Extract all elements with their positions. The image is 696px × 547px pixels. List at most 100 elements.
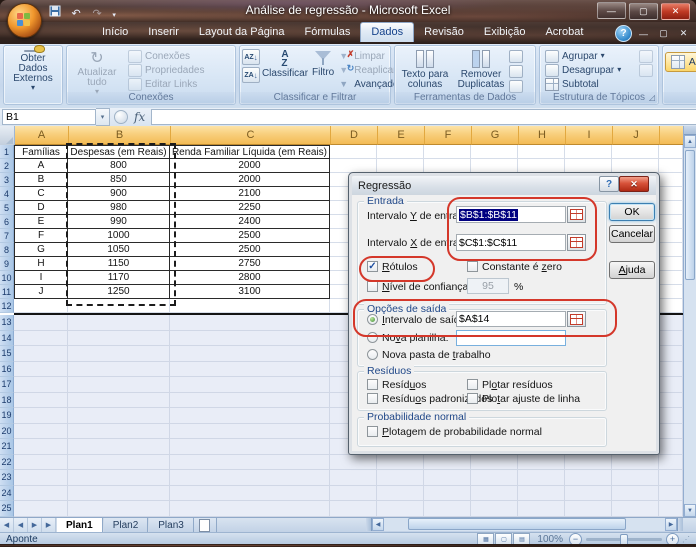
redo-icon[interactable]: ↷ bbox=[88, 6, 106, 22]
cell-C14[interactable] bbox=[170, 331, 330, 347]
sort-az-button[interactable]: AZ↓ bbox=[242, 49, 260, 65]
cell-J1[interactable] bbox=[612, 145, 659, 159]
cell-partial-18[interactable] bbox=[659, 393, 683, 409]
cell-E22[interactable] bbox=[377, 455, 424, 471]
cell-I22[interactable] bbox=[565, 455, 612, 471]
cell-partial-13[interactable] bbox=[659, 315, 683, 331]
cell-C16[interactable] bbox=[170, 362, 330, 378]
row-header-10[interactable]: 10 bbox=[0, 271, 14, 285]
consolidate-icon[interactable] bbox=[509, 65, 523, 78]
scroll-up-icon[interactable]: ▲ bbox=[684, 135, 696, 148]
first-sheet-icon[interactable]: ◀ bbox=[0, 518, 14, 532]
cell-C21[interactable] bbox=[170, 439, 330, 455]
new-workbook-radio[interactable] bbox=[367, 349, 378, 360]
cell-F24[interactable] bbox=[424, 486, 471, 502]
cell-A10[interactable]: I bbox=[14, 271, 68, 285]
cell-A9[interactable]: H bbox=[14, 257, 68, 271]
cell-B1[interactable]: Despesas (em Reais) bbox=[68, 145, 170, 159]
cell-E23[interactable] bbox=[377, 470, 424, 486]
cell-A6[interactable]: E bbox=[14, 215, 68, 229]
output-range-field[interactable]: $A$14 bbox=[456, 311, 566, 327]
row-header-13[interactable]: 13 bbox=[0, 315, 14, 331]
cell-A25[interactable] bbox=[14, 501, 68, 517]
sort-za-button[interactable]: ZA↓ bbox=[242, 67, 260, 83]
close-button[interactable]: ✕ bbox=[661, 3, 690, 20]
cell-B11[interactable]: 1250 bbox=[68, 285, 170, 299]
hide-detail-icon[interactable] bbox=[639, 64, 653, 77]
cell-partial-20[interactable] bbox=[659, 424, 683, 440]
cell-C9[interactable]: 2750 bbox=[170, 257, 330, 271]
cell-A1[interactable]: Famílias bbox=[14, 145, 68, 159]
cell-B16[interactable] bbox=[68, 362, 170, 378]
show-detail-icon[interactable] bbox=[639, 50, 653, 63]
cell-C20[interactable] bbox=[170, 424, 330, 440]
cell-B15[interactable] bbox=[68, 346, 170, 362]
cell-A19[interactable] bbox=[14, 408, 68, 424]
cell-A24[interactable] bbox=[14, 486, 68, 502]
cell-C22[interactable] bbox=[170, 455, 330, 471]
cell-C11[interactable]: 3100 bbox=[170, 285, 330, 299]
vertical-scroll-thumb[interactable] bbox=[685, 150, 695, 280]
row-header-24[interactable]: 24 bbox=[0, 486, 14, 502]
reapply-filter-button[interactable]: ▼↻ Reaplicar bbox=[336, 63, 401, 77]
dialog-close-button[interactable]: ✕ bbox=[619, 176, 649, 192]
cell-partial-4[interactable] bbox=[659, 187, 683, 201]
cell-C25[interactable] bbox=[170, 501, 330, 517]
output-range-picker-button[interactable] bbox=[567, 311, 586, 327]
edit-links-button[interactable]: Editar Links bbox=[125, 77, 207, 91]
scroll-left-icon[interactable]: ◀ bbox=[372, 518, 384, 531]
sheet-tab-plan2[interactable]: Plan2 bbox=[103, 518, 149, 532]
cell-A13[interactable] bbox=[14, 315, 68, 331]
cell-C13[interactable] bbox=[170, 315, 330, 331]
cell-partial-15[interactable] bbox=[659, 346, 683, 362]
cell-C17[interactable] bbox=[170, 377, 330, 393]
cell-I25[interactable] bbox=[565, 501, 612, 517]
row-header-21[interactable]: 21 bbox=[0, 439, 14, 455]
cell-B10[interactable]: 1170 bbox=[68, 271, 170, 285]
cell-C2[interactable]: 2000 bbox=[170, 159, 330, 173]
cell-I2[interactable] bbox=[565, 159, 612, 173]
new-worksheet-field[interactable] bbox=[456, 330, 566, 346]
cell-D24[interactable] bbox=[330, 486, 377, 502]
col-header-J[interactable]: J bbox=[613, 126, 660, 145]
cell-H22[interactable] bbox=[518, 455, 565, 471]
cell-F23[interactable] bbox=[424, 470, 471, 486]
cell-F2[interactable] bbox=[424, 159, 471, 173]
cell-G24[interactable] bbox=[471, 486, 518, 502]
cell-E1[interactable] bbox=[377, 145, 424, 159]
row-header-25[interactable]: 25 bbox=[0, 501, 14, 517]
scroll-down-icon[interactable]: ▼ bbox=[684, 504, 696, 517]
cell-partial-9[interactable] bbox=[659, 257, 683, 271]
cell-partial-22[interactable] bbox=[659, 455, 683, 471]
col-header-D[interactable]: D bbox=[331, 126, 378, 145]
tab-fórmulas[interactable]: Fórmulas bbox=[295, 22, 361, 41]
output-range-radio[interactable] bbox=[367, 314, 378, 325]
col-header-C[interactable]: C bbox=[171, 126, 331, 145]
dialog-launcher-icon[interactable]: ◿ bbox=[647, 93, 657, 103]
labels-checkbox[interactable]: ✓ bbox=[367, 261, 378, 272]
cell-G22[interactable] bbox=[471, 455, 518, 471]
new-worksheet-radio[interactable] bbox=[367, 332, 378, 343]
residual-plots-checkbox[interactable] bbox=[467, 379, 478, 390]
cell-partial-1[interactable] bbox=[659, 145, 683, 159]
tab-inserir[interactable]: Inserir bbox=[138, 22, 189, 41]
cell-D22[interactable] bbox=[330, 455, 377, 471]
prev-sheet-icon[interactable]: ◀ bbox=[14, 518, 28, 532]
row-header-22[interactable]: 22 bbox=[0, 455, 14, 471]
cell-E2[interactable] bbox=[377, 159, 424, 173]
cell-C3[interactable]: 2000 bbox=[170, 173, 330, 187]
row-header-5[interactable]: 5 bbox=[0, 201, 14, 215]
row-header-6[interactable]: 6 bbox=[0, 215, 14, 229]
cell-J23[interactable] bbox=[612, 470, 659, 486]
cell-G2[interactable] bbox=[471, 159, 518, 173]
cell-J25[interactable] bbox=[612, 501, 659, 517]
save-icon[interactable] bbox=[46, 3, 64, 19]
tab-acrobat[interactable]: Acrobat bbox=[535, 22, 593, 41]
row-header-17[interactable]: 17 bbox=[0, 377, 14, 393]
row-header-8[interactable]: 8 bbox=[0, 243, 14, 257]
col-header-G[interactable]: G bbox=[472, 126, 519, 145]
row-header-16[interactable]: 16 bbox=[0, 362, 14, 378]
cell-partial-25[interactable] bbox=[659, 501, 683, 517]
cell-B8[interactable]: 1050 bbox=[68, 243, 170, 257]
y-range-picker-button[interactable] bbox=[567, 206, 586, 223]
